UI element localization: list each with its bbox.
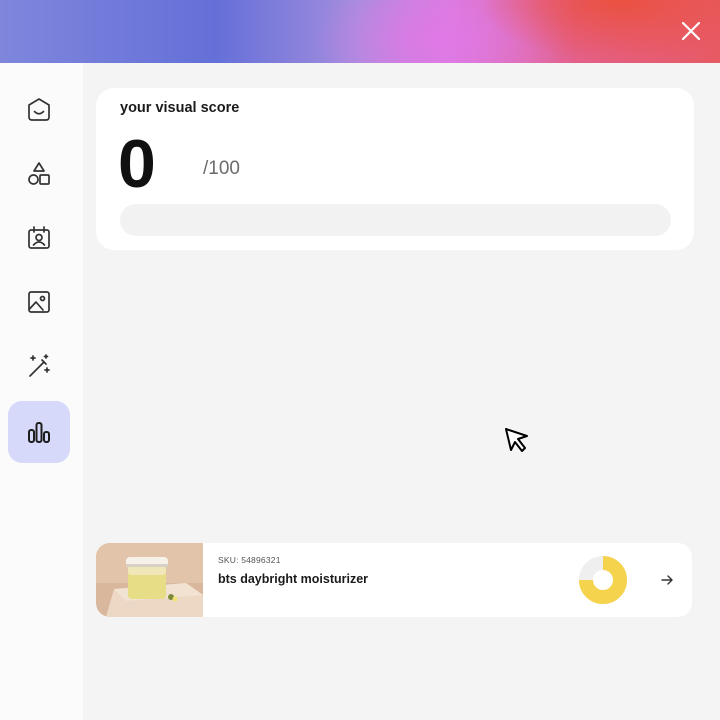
product-image: [96, 543, 203, 617]
mouse-pointer-icon: [505, 428, 528, 452]
product-card[interactable]: SKU: 54896321 bts daybright moisturizer: [96, 543, 692, 617]
header-banner: [0, 0, 720, 63]
sidebar-item-home[interactable]: [8, 79, 70, 141]
sidebar-item-contacts[interactable]: [8, 207, 70, 269]
score-progress-bar: [120, 204, 671, 236]
score-card: your visual score 0 /100: [96, 88, 694, 250]
smile-box-icon: [28, 98, 50, 121]
score-max-label: /100: [203, 158, 240, 179]
image-icon: [28, 291, 50, 313]
product-sku: SKU: 54896321: [218, 555, 281, 565]
score-title: your visual score: [120, 100, 240, 116]
magic-wand-icon: [29, 354, 50, 377]
shapes-icon: [28, 162, 50, 185]
arrow-right-icon[interactable]: [659, 572, 675, 588]
sidebar-item-magic[interactable]: [8, 335, 70, 397]
close-button[interactable]: [680, 20, 702, 42]
close-icon: [681, 21, 701, 41]
sidebar-item-images[interactable]: [8, 271, 70, 333]
contact-card-icon: [28, 226, 50, 249]
sidebar-item-shapes[interactable]: [8, 143, 70, 205]
bar-chart-icon: [28, 422, 50, 443]
sidebar: [0, 63, 83, 720]
product-name: bts daybright moisturizer: [218, 572, 369, 586]
score-donut: [579, 556, 627, 604]
score-value: 0: [118, 126, 156, 202]
sidebar-item-analytics[interactable]: [8, 401, 70, 463]
